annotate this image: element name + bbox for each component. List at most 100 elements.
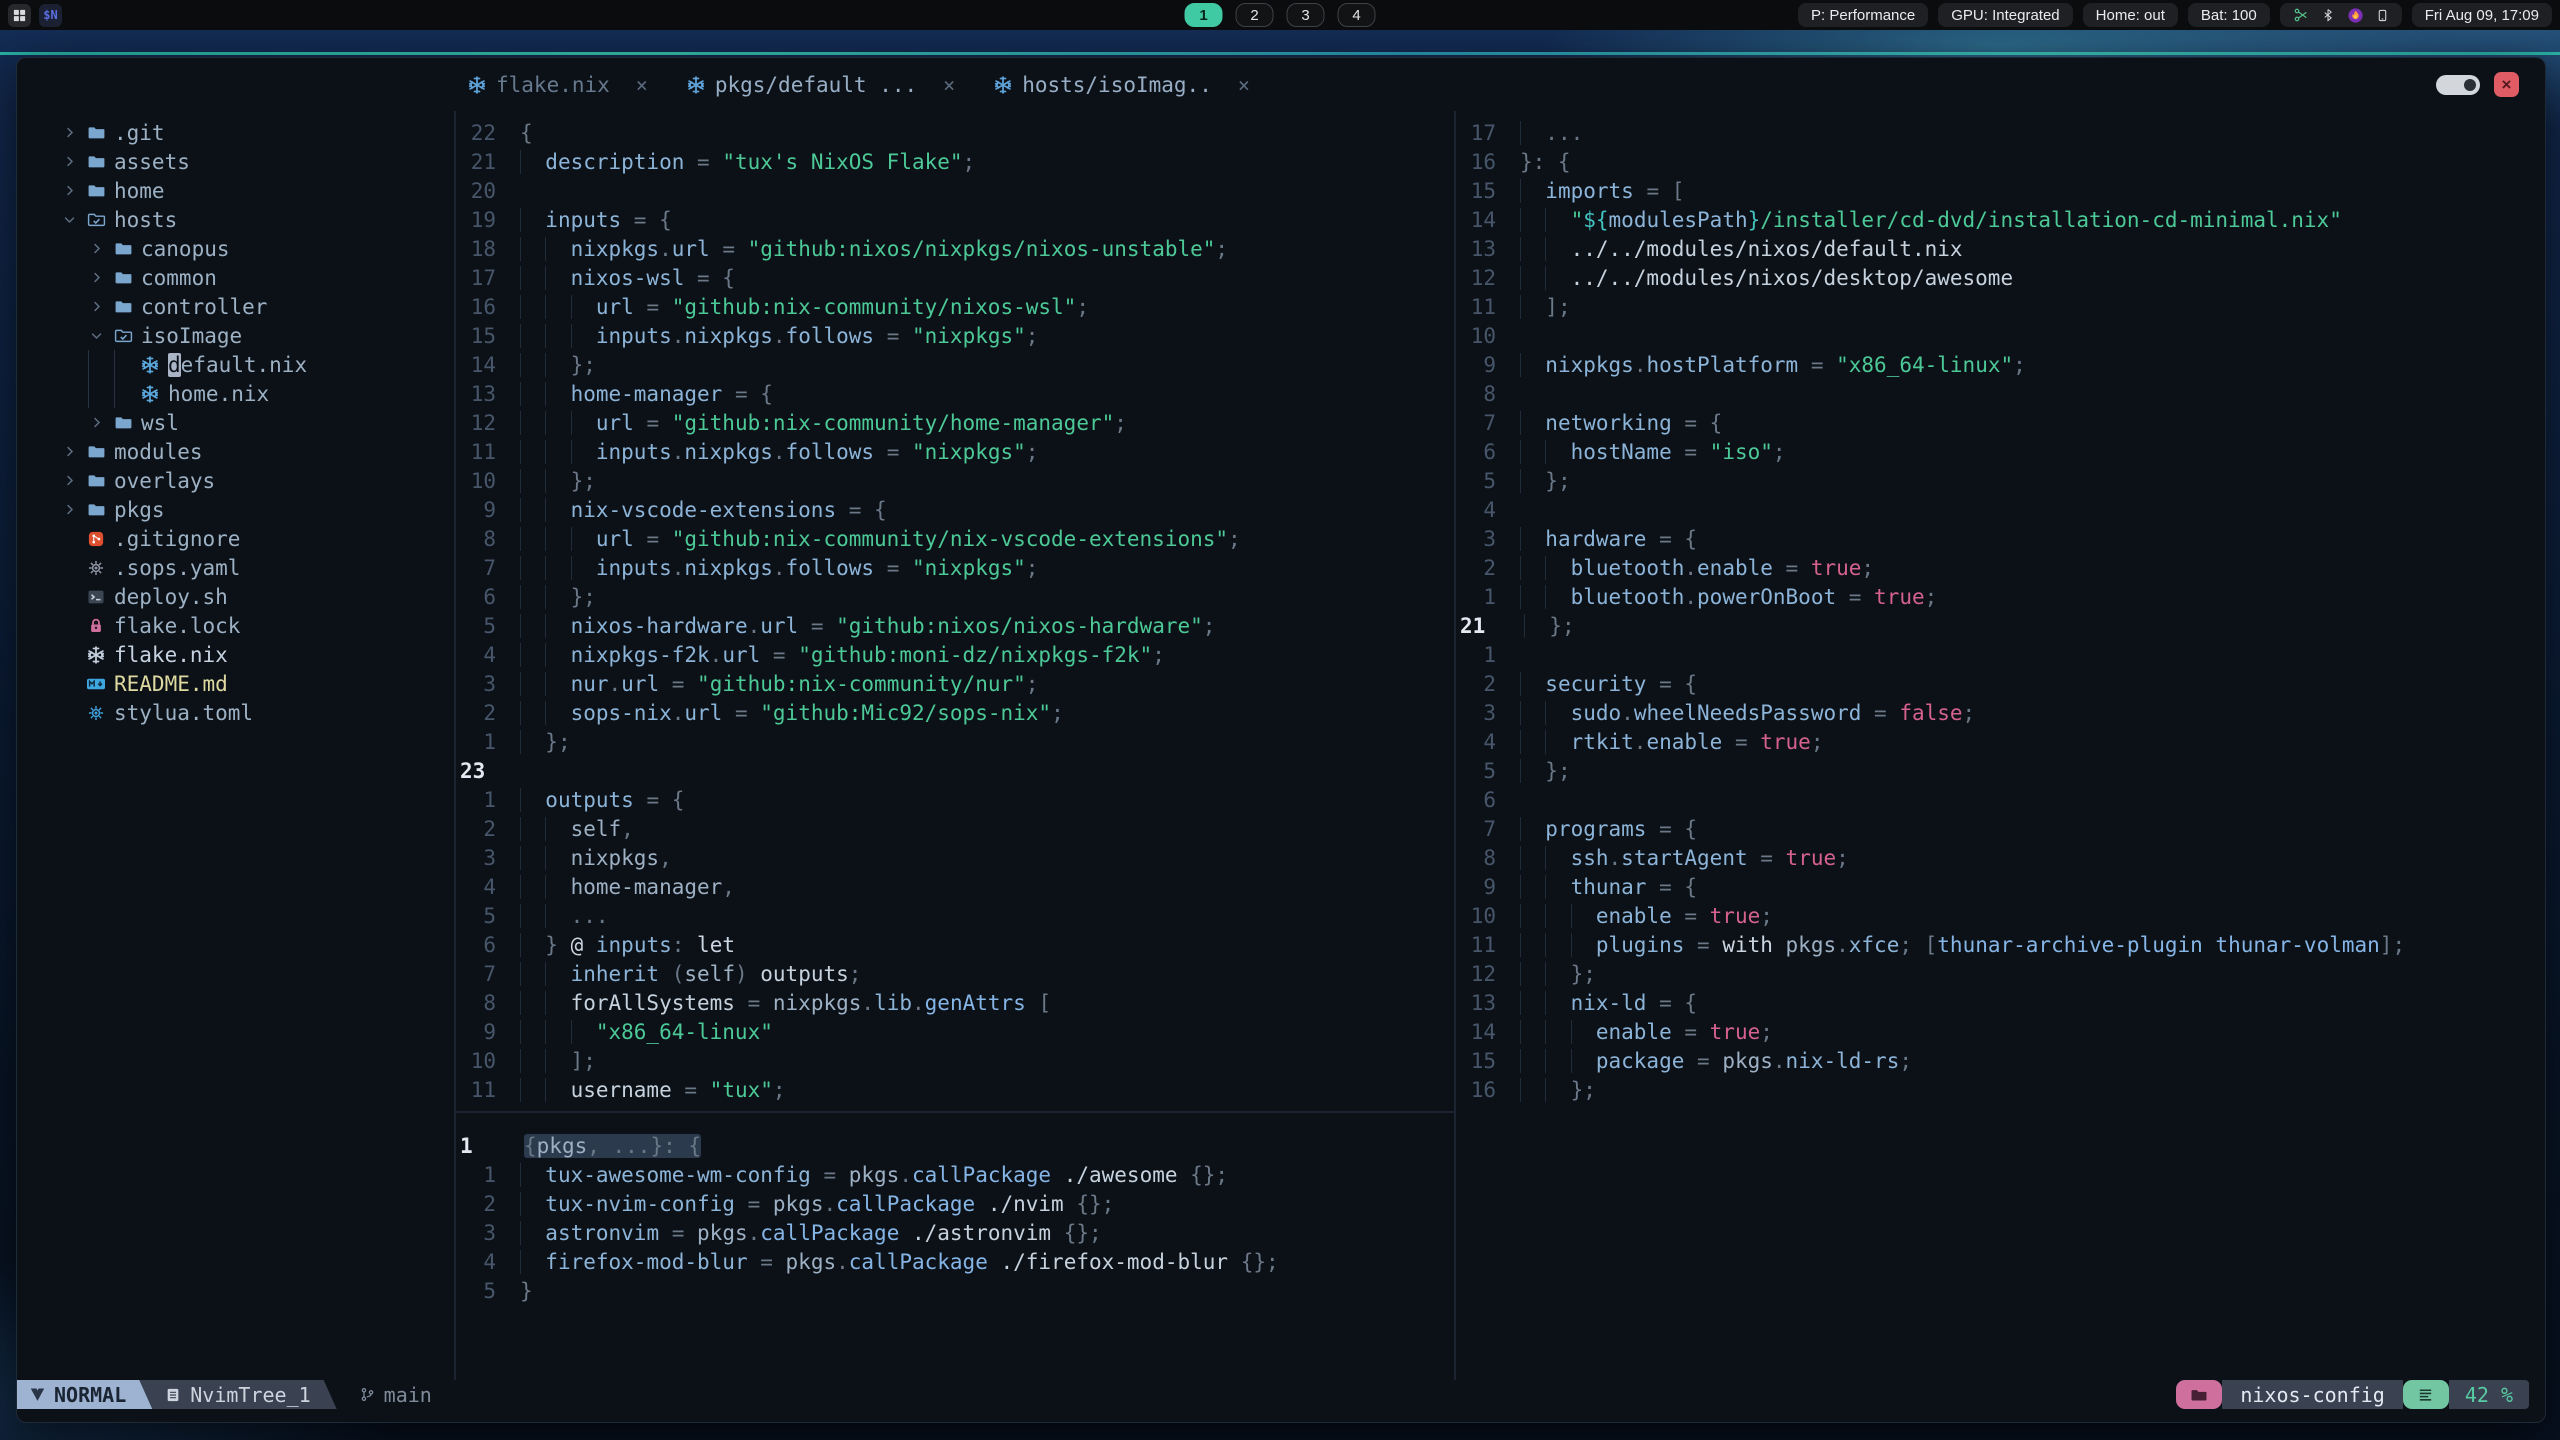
code-line[interactable]: 17 nixos-wsl = { xyxy=(456,263,1454,292)
tree-item-controller[interactable]: controller xyxy=(17,292,454,321)
tree-item-home[interactable]: home xyxy=(17,176,454,205)
tree-item-modules[interactable]: modules xyxy=(17,437,454,466)
code-line[interactable]: 3 hardware = { xyxy=(1456,524,2545,553)
chevron-right-icon[interactable] xyxy=(86,241,106,256)
code-line[interactable]: 12 }; xyxy=(1456,959,2545,988)
code-line[interactable]: 12 url = "github:nix-community/home-mana… xyxy=(456,408,1454,437)
tree-item--git[interactable]: .git xyxy=(17,118,454,147)
code-line[interactable]: 9 "x86_64-linux" xyxy=(456,1017,1454,1046)
code-line[interactable]: 10 ]; xyxy=(456,1046,1454,1075)
code-line[interactable]: 9 nix-vscode-extensions = { xyxy=(456,495,1454,524)
tree-item--gitignore[interactable]: .gitignore xyxy=(17,524,454,553)
code-line[interactable]: 1 xyxy=(1456,640,2545,669)
tree-item-flake-nix[interactable]: flake.nix xyxy=(17,640,454,669)
code-line[interactable]: 21 }; xyxy=(1456,611,2545,640)
code-line[interactable]: 10 xyxy=(1456,321,2545,350)
tab-close-icon[interactable]: × xyxy=(943,73,955,97)
chevron-right-icon[interactable] xyxy=(86,415,106,430)
code-line[interactable]: 8 forAllSystems = nixpkgs.lib.genAttrs [ xyxy=(456,988,1454,1017)
workspace-button-2[interactable]: 2 xyxy=(1235,3,1274,27)
code-line[interactable]: 2 security = { xyxy=(1456,669,2545,698)
tab-close-icon[interactable]: × xyxy=(1238,73,1250,97)
tree-item-pkgs[interactable]: pkgs xyxy=(17,495,454,524)
code-line[interactable]: 19 inputs = { xyxy=(456,205,1454,234)
tab-pkgs-default-[interactable]: pkgs/default ... × xyxy=(686,73,955,97)
tree-item-hosts[interactable]: hosts xyxy=(17,205,454,234)
tree-item-common[interactable]: common xyxy=(17,263,454,292)
tree-item-overlays[interactable]: overlays xyxy=(17,466,454,495)
chevron-right-icon[interactable] xyxy=(59,444,79,459)
workspace-button-4[interactable]: 4 xyxy=(1337,3,1376,27)
scissors-icon[interactable] xyxy=(2293,7,2309,23)
code-line[interactable]: 5 }; xyxy=(1456,466,2545,495)
code-line[interactable]: 12 ../../modules/nixos/desktop/awesome xyxy=(1456,263,2545,292)
chevron-right-icon[interactable] xyxy=(59,154,79,169)
tree-item-stylua-toml[interactable]: stylua.toml xyxy=(17,698,454,727)
phone-icon[interactable] xyxy=(2376,7,2389,24)
code-line[interactable]: 11 plugins = with pkgs.xfce; [thunar-arc… xyxy=(1456,930,2545,959)
code-line[interactable]: 5 ... xyxy=(456,901,1454,930)
code-line[interactable]: 4 firefox-mod-blur = pkgs.callPackage ./… xyxy=(456,1247,1454,1276)
code-line[interactable]: 16 url = "github:nix-community/nixos-wsl… xyxy=(456,292,1454,321)
tree-item-wsl[interactable]: wsl xyxy=(17,408,454,437)
code-line[interactable]: 4 rtkit.enable = true; xyxy=(1456,727,2545,756)
chevron-down-icon[interactable] xyxy=(86,328,106,343)
code-line[interactable]: 5 nixos-hardware.url = "github:nixos/nix… xyxy=(456,611,1454,640)
code-line[interactable]: 7 inherit (self) outputs; xyxy=(456,959,1454,988)
code-line[interactable]: 6 hostName = "iso"; xyxy=(1456,437,2545,466)
code-line[interactable]: 5 }; xyxy=(1456,756,2545,785)
code-line[interactable]: 3 sudo.wheelNeedsPassword = false; xyxy=(1456,698,2545,727)
code-line[interactable]: 4 home-manager, xyxy=(456,872,1454,901)
flameshot-icon[interactable] xyxy=(2347,7,2364,24)
code-line[interactable]: 9 nixpkgs.hostPlatform = "x86_64-linux"; xyxy=(1456,350,2545,379)
tab-flake-nix[interactable]: flake.nix × xyxy=(467,73,648,97)
code-line[interactable]: 13 home-manager = { xyxy=(456,379,1454,408)
chevron-right-icon[interactable] xyxy=(59,125,79,140)
code-line[interactable]: 15 inputs.nixpkgs.follows = "nixpkgs"; xyxy=(456,321,1454,350)
chevron-right-icon[interactable] xyxy=(86,270,106,285)
code-line[interactable]: 11 ]; xyxy=(1456,292,2545,321)
code-line[interactable]: 11 username = "tux"; xyxy=(456,1075,1454,1104)
pane-flake-nix[interactable]: 22{21 description = "tux's NixOS Flake";… xyxy=(456,111,1454,1118)
code-line[interactable]: 1 tux-awesome-wm-config = pkgs.callPacka… xyxy=(456,1160,1454,1189)
chevron-right-icon[interactable] xyxy=(59,473,79,488)
code-line[interactable]: 14 enable = true; xyxy=(1456,1017,2545,1046)
code-line[interactable]: 7 programs = { xyxy=(1456,814,2545,843)
code-line[interactable]: 3 nixpkgs, xyxy=(456,843,1454,872)
code-line[interactable]: 5} xyxy=(456,1276,1454,1305)
code-line[interactable]: 9 thunar = { xyxy=(1456,872,2545,901)
code-line[interactable]: 1 {pkgs, ...}: { xyxy=(456,1131,1454,1160)
code-line[interactable]: 8 xyxy=(1456,379,2545,408)
code-line[interactable]: 6 } @ inputs: let xyxy=(456,930,1454,959)
workspace-button-1[interactable]: 1 xyxy=(1184,3,1223,27)
tab-hosts-isoimag-[interactable]: hosts/isoImag.. × xyxy=(993,73,1250,97)
pane-hosts-isoimage-default-nix[interactable]: 17 ... 16}: {15 imports = [14 "${modulesP… xyxy=(1456,111,2545,1380)
code-line[interactable]: 3 astronvim = pkgs.callPackage ./astronv… xyxy=(456,1218,1454,1247)
code-line[interactable]: 1 bluetooth.powerOnBoot = true; xyxy=(1456,582,2545,611)
chevron-right-icon[interactable] xyxy=(59,502,79,517)
code-line[interactable]: 11 inputs.nixpkgs.follows = "nixpkgs"; xyxy=(456,437,1454,466)
code-line[interactable]: 4 xyxy=(1456,495,2545,524)
code-line[interactable]: 6 xyxy=(1456,785,2545,814)
code-line[interactable]: 2 self, xyxy=(456,814,1454,843)
code-line[interactable]: 6 }; xyxy=(456,582,1454,611)
code-line[interactable]: 2 tux-nvim-config = pkgs.callPackage ./n… xyxy=(456,1189,1454,1218)
tree-item-flake-lock[interactable]: flake.lock xyxy=(17,611,454,640)
code-line[interactable]: 16 }; xyxy=(1456,1075,2545,1104)
tree-item-assets[interactable]: assets xyxy=(17,147,454,176)
code-line[interactable]: 4 nixpkgs-f2k.url = "github:moni-dz/nixp… xyxy=(456,640,1454,669)
code-line[interactable]: 7 inputs.nixpkgs.follows = "nixpkgs"; xyxy=(456,553,1454,582)
tree-item-readme-md[interactable]: README.md xyxy=(17,669,454,698)
code-line[interactable]: 1 outputs = { xyxy=(456,785,1454,814)
code-line[interactable]: 16}: { xyxy=(1456,147,2545,176)
code-line[interactable]: 10 }; xyxy=(456,466,1454,495)
tree-item--sops-yaml[interactable]: .sops.yaml xyxy=(17,553,454,582)
code-line[interactable]: 1 }; xyxy=(456,727,1454,756)
code-line[interactable]: 8 url = "github:nix-community/nix-vscode… xyxy=(456,524,1454,553)
chevron-right-icon[interactable] xyxy=(86,299,106,314)
code-line[interactable]: 15 package = pkgs.nix-ld-rs; xyxy=(1456,1046,2545,1075)
code-line[interactable]: 21 description = "tux's NixOS Flake"; xyxy=(456,147,1454,176)
code-line[interactable]: 20 xyxy=(456,176,1454,205)
apps-button[interactable] xyxy=(8,3,31,27)
code-line[interactable]: 14 "${modulesPath}/installer/cd-dvd/inst… xyxy=(1456,205,2545,234)
